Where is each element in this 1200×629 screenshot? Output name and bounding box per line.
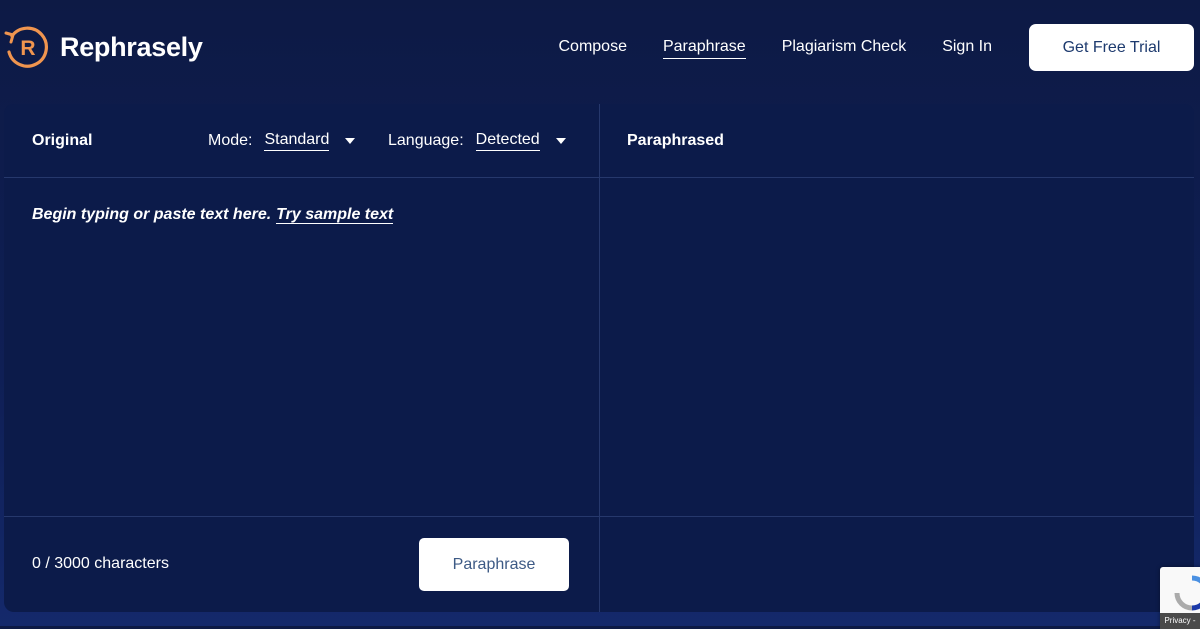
mode-value[interactable]: Standard bbox=[264, 131, 330, 151]
original-text-input[interactable]: Begin typing or paste text here. Try samp… bbox=[4, 178, 599, 516]
nav-sign-in[interactable]: Sign In bbox=[942, 38, 992, 58]
character-count: 0 / 3000 characters bbox=[32, 555, 169, 572]
mode-label: Mode: bbox=[208, 132, 253, 149]
logo[interactable]: R Rephrasely bbox=[4, 24, 203, 70]
nav-compose[interactable]: Compose bbox=[559, 38, 627, 58]
logo-icon: R bbox=[4, 26, 48, 68]
try-sample-text-link[interactable]: Try sample text bbox=[276, 206, 394, 224]
logo-letter: R bbox=[20, 37, 35, 60]
recaptcha-icon bbox=[1174, 575, 1200, 611]
footer-divider bbox=[4, 516, 1194, 517]
language-value[interactable]: Detected bbox=[475, 131, 540, 151]
pane-divider bbox=[599, 104, 600, 612]
paraphrase-button[interactable]: Paraphrase bbox=[419, 538, 569, 591]
language-selector[interactable]: Language: Detected bbox=[388, 131, 566, 151]
original-pane-title: Original bbox=[32, 132, 93, 149]
input-placeholder: Begin typing or paste text here. Try samp… bbox=[32, 206, 394, 224]
nav-plagiarism-check[interactable]: Plagiarism Check bbox=[782, 38, 906, 58]
paraphrase-editor: Original Mode: Standard Language: Detect… bbox=[4, 104, 1194, 612]
language-label: Language: bbox=[388, 132, 464, 149]
main-nav: Compose Paraphrase Plagiarism Check Sign… bbox=[523, 0, 992, 96]
recaptcha-privacy-link[interactable]: Privacy - bbox=[1160, 613, 1200, 629]
recaptcha-badge[interactable]: Privacy - bbox=[1160, 567, 1200, 629]
nav-paraphrase[interactable]: Paraphrase bbox=[662, 38, 746, 59]
placeholder-text: Begin typing or paste text here. bbox=[32, 206, 272, 223]
get-free-trial-button[interactable]: Get Free Trial bbox=[1029, 24, 1194, 71]
chevron-down-icon[interactable] bbox=[555, 138, 566, 144]
site-header: R Rephrasely Compose Paraphrase Plagiari… bbox=[0, 0, 1200, 96]
brand-name: Rephrasely bbox=[60, 31, 203, 62]
paraphrased-pane-title: Paraphrased bbox=[627, 132, 724, 149]
chevron-down-icon[interactable] bbox=[345, 138, 356, 144]
mode-selector[interactable]: Mode: Standard bbox=[208, 131, 356, 151]
